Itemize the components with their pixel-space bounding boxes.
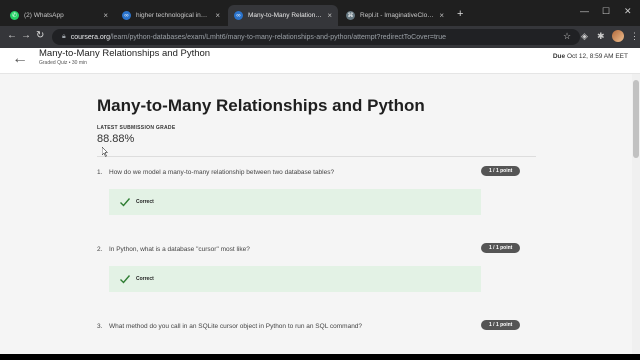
url-host: coursera.org xyxy=(70,33,111,41)
feedback-correct: Correct xyxy=(109,189,481,215)
points-badge: 1 / 1 point xyxy=(481,166,521,176)
reload-icon[interactable]: ↻ xyxy=(36,30,44,41)
tab-whatsapp[interactable]: ✆ (2) WhatsApp × xyxy=(4,5,114,26)
quiz-header: ← Many-to-Many Relationships and Python … xyxy=(0,48,640,74)
replit-icon: ⌘ xyxy=(346,11,355,20)
tab-replit[interactable]: ⌘ Repl.it - ImaginativeCloudyComp × xyxy=(340,5,450,26)
feedback-label: Correct xyxy=(136,276,154,282)
due-label: Due xyxy=(552,53,566,60)
header-subtitle: Graded Quiz • 30 min xyxy=(39,60,87,66)
close-window-icon[interactable]: ✕ xyxy=(624,6,632,17)
new-tab-button[interactable]: + xyxy=(457,8,463,20)
back-icon[interactable]: ← xyxy=(12,50,28,68)
points-badge: 1 / 1 point xyxy=(481,243,521,253)
tab-strip: ✆ (2) WhatsApp × ∞ higher technological … xyxy=(0,0,640,26)
grade-label: LATEST SUBMISSION GRADE xyxy=(97,125,176,131)
due-value: Oct 12, 8:59 AM EET xyxy=(566,53,628,60)
star-icon[interactable]: ☆ xyxy=(563,31,571,42)
whatsapp-icon: ✆ xyxy=(10,11,19,20)
divider xyxy=(97,156,536,157)
close-icon[interactable]: × xyxy=(215,11,220,20)
coursera-icon: ∞ xyxy=(234,11,243,20)
web-page: ← Many-to-Many Relationships and Python … xyxy=(0,48,640,354)
question-text: How do we model a many-to-many relations… xyxy=(109,169,335,176)
minimize-icon[interactable]: — xyxy=(580,6,589,16)
browser-window: ✆ (2) WhatsApp × ∞ higher technological … xyxy=(0,0,640,360)
tab-label: Repl.it - ImaginativeCloudyComp xyxy=(360,12,435,19)
lock-icon: 🔒︎ xyxy=(62,33,66,40)
question-text: What method do you call in an SQLite cur… xyxy=(109,323,363,330)
checkmark-icon xyxy=(120,275,131,284)
scrollbar-thumb[interactable] xyxy=(633,80,639,158)
quiz-content: Many-to-Many Relationships and Python LA… xyxy=(97,74,536,354)
page-title: Many-to-Many Relationships and Python xyxy=(97,96,425,115)
coursera-icon: ∞ xyxy=(122,11,131,20)
question-number: 3. xyxy=(97,323,103,330)
due-date: Due Oct 12, 8:59 AM EET xyxy=(553,53,628,60)
checkmark-icon xyxy=(120,198,131,207)
tab-label: (2) WhatsApp xyxy=(24,12,64,19)
shield-icon[interactable]: ◈ xyxy=(581,31,588,42)
text-cursor-icon xyxy=(102,147,108,157)
tab-higher-technological-institute[interactable]: ∞ higher technological institute | C × xyxy=(116,5,226,26)
back-arrow-icon[interactable]: ← xyxy=(7,30,17,41)
address-bar[interactable]: 🔒︎ coursera.org /learn/python-databases/… xyxy=(52,29,580,45)
close-icon[interactable]: × xyxy=(327,11,332,20)
browser-toolbar: ← → ↻ 🔒︎ coursera.org /learn/python-data… xyxy=(0,26,640,48)
forward-arrow-icon[interactable]: → xyxy=(21,30,31,41)
close-icon[interactable]: × xyxy=(439,11,444,20)
question-number: 1. xyxy=(97,169,103,176)
question-number: 2. xyxy=(97,246,103,253)
close-icon[interactable]: × xyxy=(103,11,108,20)
avatar[interactable] xyxy=(612,30,624,42)
tab-label: Many-to-Many Relationships and xyxy=(248,12,323,19)
maximize-icon[interactable]: ☐ xyxy=(602,6,610,17)
tab-many-to-many[interactable]: ∞ Many-to-Many Relationships and × xyxy=(228,5,338,26)
points-badge: 1 / 1 point xyxy=(481,320,521,330)
feedback-label: Correct xyxy=(136,199,154,205)
header-title: Many-to-Many Relationships and Python xyxy=(39,48,211,59)
grade-value: 88.88% xyxy=(97,133,135,145)
tab-label: higher technological institute | C xyxy=(136,12,210,19)
url-path: /learn/python-databases/exam/Lmht6/many-… xyxy=(110,33,447,41)
menu-icon[interactable]: ⋮ xyxy=(630,31,639,42)
bottom-bar xyxy=(0,354,640,360)
feedback-correct: Correct xyxy=(109,266,481,292)
extensions-icon[interactable]: ✱ xyxy=(597,31,605,42)
question-text: In Python, what is a database "cursor" m… xyxy=(109,246,250,253)
